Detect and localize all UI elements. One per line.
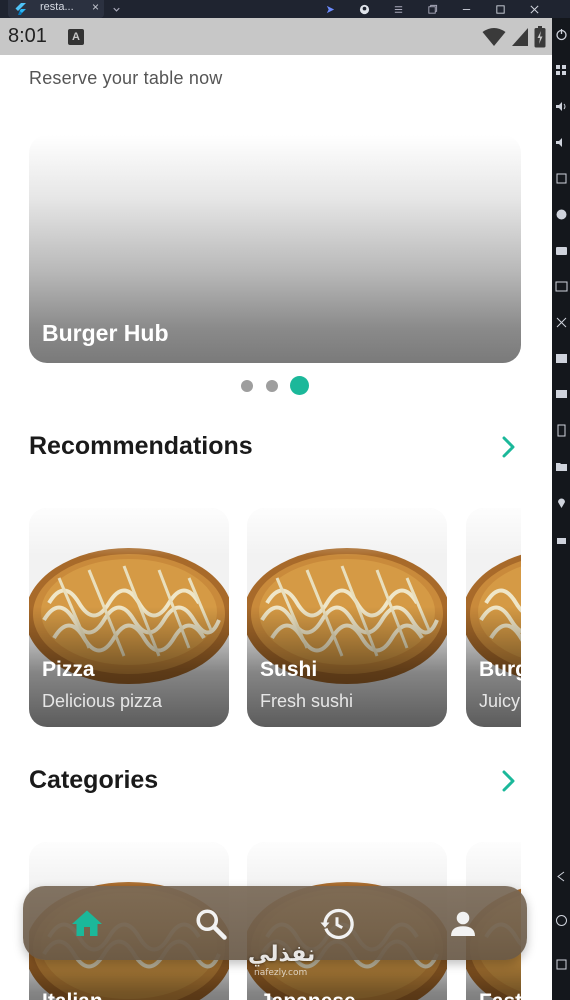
- overview-icon[interactable]: [555, 958, 568, 971]
- recommendations-see-all-icon[interactable]: [498, 435, 518, 459]
- nav-home-button[interactable]: [68, 905, 106, 943]
- card-description: Fresh sushi: [260, 691, 354, 711]
- nav-search-button[interactable]: [192, 905, 230, 943]
- card-title: Japanese: [260, 990, 356, 1000]
- camera-icon[interactable]: [555, 244, 568, 257]
- carousel-dot-active[interactable]: [290, 376, 309, 395]
- carousel-indicator: [0, 375, 552, 395]
- back-icon[interactable]: [555, 870, 568, 883]
- status-bar: 8:01 A: [0, 18, 552, 55]
- notification-badge: A: [68, 29, 84, 45]
- card-title: Pizza: [42, 658, 95, 681]
- menu-icon[interactable]: [388, 0, 408, 18]
- home-icon: [72, 910, 102, 936]
- wifi-icon: [482, 28, 506, 46]
- recommendation-card[interactable]: Pizza Delicious pizza: [29, 508, 229, 727]
- rfid-icon[interactable]: [555, 280, 568, 293]
- volume-up-icon[interactable]: [555, 100, 568, 113]
- grid-icon[interactable]: [555, 64, 568, 77]
- battery-icon: [534, 26, 546, 48]
- card-title: Fast: [479, 990, 521, 1000]
- carousel-dot[interactable]: [241, 380, 253, 392]
- status-time: 8:01: [8, 25, 47, 47]
- host-tab-title: resta...: [40, 1, 74, 13]
- maximize-icon[interactable]: [490, 0, 510, 18]
- host-tab[interactable]: resta... ×: [8, 0, 104, 18]
- power-icon[interactable]: [555, 28, 568, 41]
- lock-icon[interactable]: [555, 532, 568, 545]
- signal-icon: [512, 28, 528, 46]
- recommendation-card[interactable]: Burg Juicy: [466, 508, 521, 727]
- message-icon[interactable]: [555, 388, 568, 401]
- scissors-icon[interactable]: [555, 316, 568, 329]
- card-title: Sushi: [260, 658, 318, 681]
- volume-down-icon[interactable]: [555, 136, 568, 149]
- minimize-icon[interactable]: [456, 0, 476, 18]
- nav-profile-button[interactable]: [444, 905, 482, 943]
- page-subtitle: Reserve your table now: [29, 68, 223, 88]
- close-icon[interactable]: [524, 0, 544, 18]
- folder-icon[interactable]: [555, 460, 568, 473]
- emulator-toolbar: [552, 18, 570, 1000]
- rotate-icon[interactable]: [555, 172, 568, 185]
- recommendation-card[interactable]: Sushi Fresh sushi: [247, 508, 447, 727]
- watermark-url: nafezly.com: [254, 968, 308, 978]
- search-icon: [196, 909, 227, 940]
- phone-screen: 8:01 A Reserve your table now Burger Hub…: [0, 18, 552, 1000]
- location-icon[interactable]: [555, 496, 568, 509]
- device-icon[interactable]: [555, 424, 568, 437]
- watermark: نفذلي: [248, 942, 316, 967]
- profile-icon: [451, 911, 475, 936]
- run-arrow-icon[interactable]: [320, 0, 340, 18]
- card-description: Juicy: [479, 691, 521, 711]
- categories-see-all-icon[interactable]: [498, 769, 518, 793]
- restore-window-icon[interactable]: [422, 0, 442, 18]
- carousel-title: Burger Hub: [42, 320, 169, 346]
- record-icon[interactable]: [555, 352, 568, 365]
- flutter-logo-icon: [15, 3, 26, 15]
- history-icon: [320, 908, 354, 940]
- card-description: Delicious pizza: [42, 691, 163, 711]
- featured-carousel[interactable]: Burger Hub: [29, 135, 521, 363]
- host-tab-close-button[interactable]: ×: [92, 0, 99, 14]
- carousel-dot[interactable]: [266, 380, 278, 392]
- chevron-down-icon[interactable]: [106, 0, 126, 18]
- host-window-bar: resta... ×: [0, 0, 570, 18]
- recommendations-list: Pizza Delicious pizza Sushi Fresh sushi: [29, 508, 521, 727]
- categories-title: Categories: [29, 766, 159, 794]
- home-circle-icon[interactable]: [555, 914, 568, 927]
- card-title: Burg: [479, 658, 521, 681]
- card-title: Italian: [42, 990, 103, 1000]
- screenshot-icon[interactable]: [555, 208, 568, 221]
- home-content: Reserve your table now Burger Hub Recomm…: [0, 55, 552, 1000]
- account-icon[interactable]: [354, 0, 374, 18]
- nav-history-button[interactable]: [318, 905, 356, 943]
- recommendations-title: Recommendations: [29, 432, 253, 460]
